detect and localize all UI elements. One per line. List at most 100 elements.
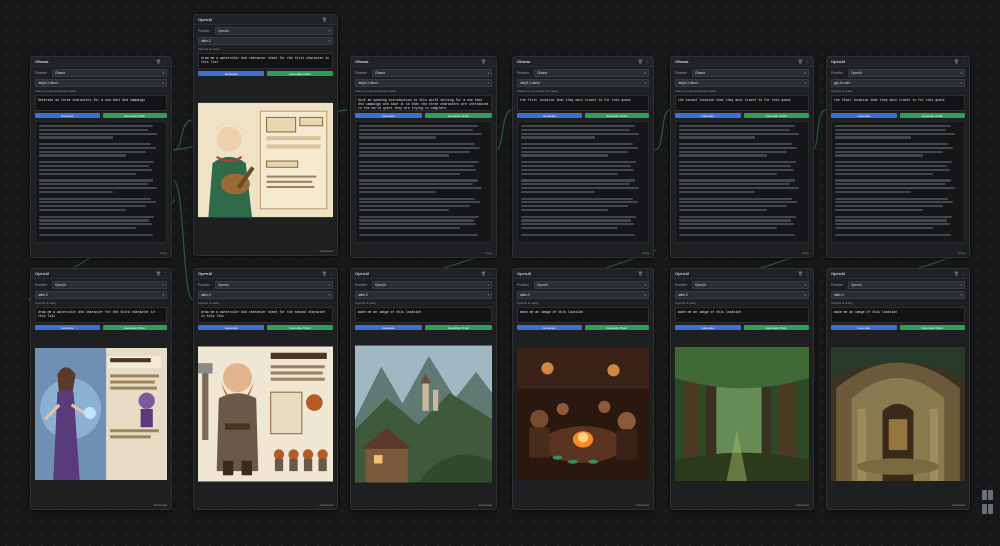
trash-icon[interactable]: 🗑 (954, 59, 959, 64)
model-select[interactable]: dalle-3 ▾ (35, 291, 167, 299)
copy-button[interactable]: Copy (160, 251, 167, 255)
provider-select[interactable]: OpenAI ▾ (848, 281, 965, 289)
trash-icon[interactable]: 🗑 (156, 271, 161, 276)
generate-button[interactable]: Generate (198, 71, 264, 76)
generate-button[interactable]: Generate (831, 113, 897, 118)
menu-icon[interactable]: ⋮ (488, 271, 492, 276)
trash-icon[interactable]: 🗑 (322, 271, 327, 276)
prompt-input[interactable]: make me an image of this location (675, 307, 809, 323)
menu-icon[interactable]: ⋮ (961, 271, 965, 276)
trash-icon[interactable]: 🗑 (638, 59, 643, 64)
generate-button[interactable]: Generate (198, 325, 264, 330)
model-select[interactable]: dalle-3 ▾ (675, 291, 809, 299)
generate-button[interactable]: Generate (517, 325, 582, 330)
model-select[interactable]: dolly3.2-latest ▾ (517, 79, 649, 87)
prompt-input[interactable]: make me an image of this location (831, 307, 965, 323)
generate-chain-button[interactable]: Generate Chain (899, 325, 965, 330)
llm-node[interactable]: Ollama 🗑 ⋮ Provider Ollama ▾ dolly3.2-lat… (350, 56, 497, 258)
llm-node[interactable]: OpenAI 🗑 ⋮ Provider OpenAI ▾ dalle-3 ▾ Ope… (826, 268, 970, 510)
prompt-input[interactable]: Generate an three characters for a one-s… (35, 95, 167, 111)
trash-icon[interactable]: 🗑 (954, 271, 959, 276)
prompt-input[interactable]: draw me a watercolor dnd character sheet… (198, 53, 333, 69)
provider-select[interactable]: Ollama ▾ (372, 69, 492, 77)
trash-icon[interactable]: 🗑 (322, 17, 327, 22)
llm-node[interactable]: OpenAI 🗑 ⋮ Provider OpenAI ▾ dalle-3 ▾ Ope… (193, 268, 338, 510)
prompt-input[interactable]: draw me a watercolor dnd character for t… (35, 307, 167, 323)
model-select[interactable]: dalle-3 ▾ (517, 291, 649, 299)
llm-node[interactable]: OpenAI 🗑 ⋮ Provider OpenAI ▾ gpt-4o-mini ▾… (826, 56, 970, 258)
copy-button[interactable]: Copy (802, 251, 809, 255)
menu-icon[interactable]: ⋮ (645, 271, 649, 276)
generate-chain-button[interactable]: Generate Chain (584, 113, 649, 118)
model-select[interactable]: dolly3.2-latest ▾ (355, 79, 492, 87)
copy-button[interactable]: Copy (642, 251, 649, 255)
provider-select[interactable]: Ollama ▾ (692, 69, 809, 77)
node-header[interactable]: OpenAI 🗑 ⋮ (351, 269, 496, 279)
generate-chain-button[interactable]: Generate Chain (584, 325, 649, 330)
llm-node[interactable]: Ollama 🗑 ⋮ Provider Ollama ▾ dolly3.2-lat… (512, 56, 654, 258)
model-select[interactable]: dalle-3 ▾ (198, 291, 333, 299)
generate-chain-button[interactable]: Generate Chain (425, 325, 492, 330)
menu-icon[interactable]: ⋮ (805, 59, 809, 64)
prompt-input[interactable]: Give an opening introduction to this wor… (355, 95, 492, 111)
prompt-input[interactable]: make me an image of this location (355, 307, 492, 323)
node-header[interactable]: OpenAI 🗑 ⋮ (194, 15, 337, 25)
prompt-input[interactable]: the second location that they must trave… (675, 95, 809, 111)
node-header[interactable]: OpenAI 🗑 ⋮ (194, 269, 337, 279)
generate-chain-button[interactable]: Generate Chain (102, 325, 167, 330)
download-button[interactable]: Download (320, 503, 333, 507)
menu-icon[interactable]: ⋮ (163, 59, 167, 64)
provider-select[interactable]: OpenAI ▾ (534, 281, 649, 289)
model-select[interactable]: dolly3.2-latest ▾ (675, 79, 809, 87)
generate-chain-button[interactable]: Generate Chain (743, 113, 809, 118)
menu-icon[interactable]: ⋮ (163, 271, 167, 276)
download-button[interactable]: Download (796, 503, 809, 507)
provider-select[interactable]: OpenAI ▾ (215, 27, 333, 35)
node-header[interactable]: OpenAI 🗑 ⋮ (671, 269, 813, 279)
llm-node[interactable]: OpenAI 🗑 ⋮ Provider OpenAI ▾ dalle-3 ▾ Ope… (512, 268, 654, 510)
copy-button[interactable]: Copy (485, 251, 492, 255)
menu-icon[interactable]: ⋮ (488, 59, 492, 64)
node-header[interactable]: OpenAI 🗑 ⋮ (31, 269, 171, 279)
trash-icon[interactable]: 🗑 (798, 59, 803, 64)
node-header[interactable]: Ollama 🗑 ⋮ (351, 57, 496, 67)
trash-icon[interactable]: 🗑 (481, 59, 486, 64)
menu-icon[interactable]: ⋮ (329, 17, 333, 22)
trash-icon[interactable]: 🗑 (798, 271, 803, 276)
node-header[interactable]: Ollama 🗑 ⋮ (31, 57, 171, 67)
model-select[interactable]: dalle-3 ▾ (831, 291, 965, 299)
generate-chain-button[interactable]: Generate Chain (899, 113, 965, 118)
canvas-scrollbar[interactable] (982, 490, 996, 530)
model-select[interactable]: dolly3.2-latest ▾ (35, 79, 167, 87)
node-header[interactable]: Ollama 🗑 ⋮ (513, 57, 653, 67)
download-button[interactable]: Download (952, 503, 965, 507)
menu-icon[interactable]: ⋮ (329, 271, 333, 276)
node-header[interactable]: OpenAI 🗑 ⋮ (827, 269, 969, 279)
prompt-input[interactable]: the first location that they must travel… (517, 95, 649, 111)
download-button[interactable]: Download (479, 503, 492, 507)
provider-select[interactable]: OpenAI ▾ (52, 281, 167, 289)
provider-select[interactable]: OpenAI ▾ (692, 281, 809, 289)
download-button[interactable]: Download (636, 503, 649, 507)
llm-node[interactable]: OpenAI 🗑 ⋮ Provider OpenAI ▾ dalle-3 ▾ Ope… (350, 268, 497, 510)
generate-button[interactable]: Generate (35, 325, 100, 330)
node-header[interactable]: Ollama 🗑 ⋮ (671, 57, 813, 67)
provider-select[interactable]: OpenAI ▾ (848, 69, 965, 77)
generate-button[interactable]: Generate (675, 325, 741, 330)
generate-button[interactable]: Generate (831, 325, 897, 330)
generate-button[interactable]: Generate (35, 113, 100, 118)
llm-node[interactable]: OpenAI 🗑 ⋮ Provider OpenAI ▾ dalle-3 ▾ Ope… (193, 14, 338, 256)
model-select[interactable]: gpt-4o-mini ▾ (831, 79, 965, 87)
generate-chain-button[interactable]: Generate Chain (743, 325, 809, 330)
llm-node[interactable]: OpenAI 🗑 ⋮ Provider OpenAI ▾ dalle-3 ▾ Ope… (670, 268, 814, 510)
generate-chain-button[interactable]: Generate Chain (102, 113, 167, 118)
prompt-input[interactable]: make me an image of this location (517, 307, 649, 323)
node-header[interactable]: OpenAI 🗑 ⋮ (827, 57, 969, 67)
llm-node[interactable]: OpenAI 🗑 ⋮ Provider OpenAI ▾ dalle-3 ▾ Ope… (30, 268, 172, 510)
provider-select[interactable]: OpenAI ▾ (215, 281, 333, 289)
llm-node[interactable]: Ollama 🗑 ⋮ Provider Ollama ▾ dolly3.2-lat… (30, 56, 172, 258)
menu-icon[interactable]: ⋮ (805, 271, 809, 276)
generate-chain-button[interactable]: Generate Chain (267, 325, 333, 330)
node-header[interactable]: OpenAI 🗑 ⋮ (513, 269, 653, 279)
menu-icon[interactable]: ⋮ (961, 59, 965, 64)
